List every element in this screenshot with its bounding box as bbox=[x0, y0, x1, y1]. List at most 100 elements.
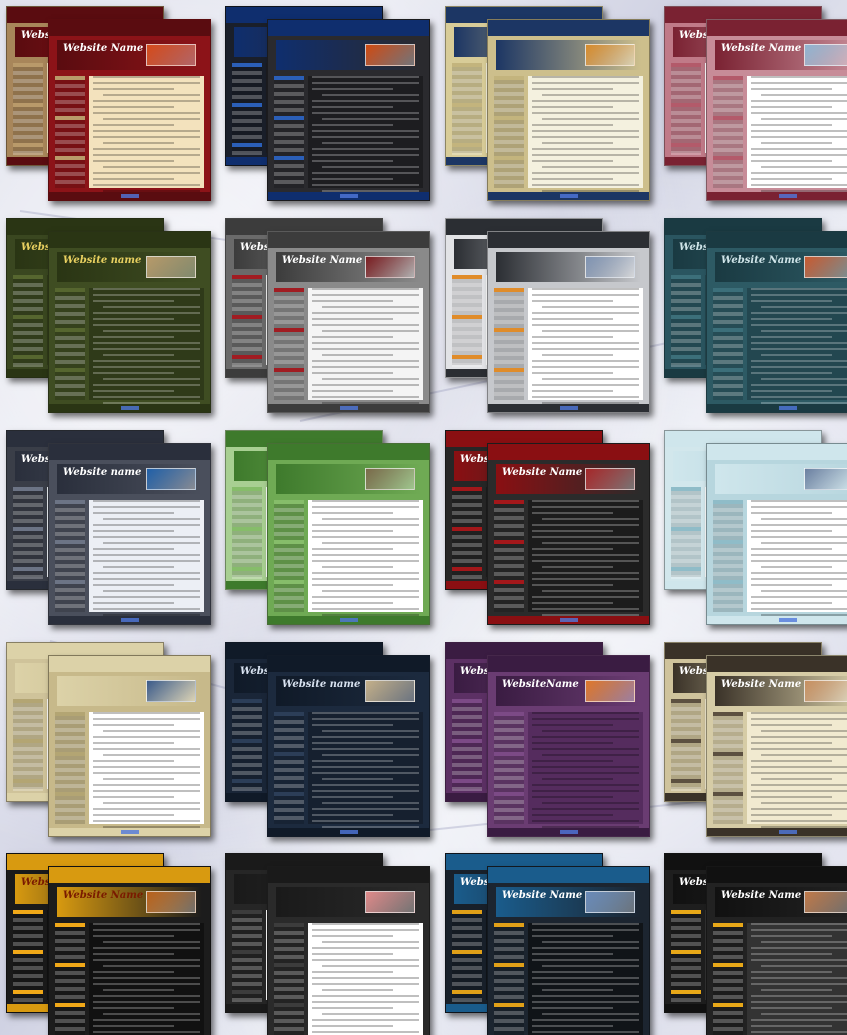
content-text-line bbox=[312, 977, 419, 979]
template-preview[interactable]: Website NameWebsite Name bbox=[445, 430, 650, 625]
sidebar-menu-item bbox=[274, 328, 304, 332]
template-preview[interactable]: Website nameWebsite name bbox=[225, 642, 430, 837]
content-text-line bbox=[322, 354, 393, 356]
sidebar-menu-item bbox=[713, 604, 743, 608]
content-text-line bbox=[751, 336, 832, 338]
template-preview[interactable]: Website nameWebsite name bbox=[6, 430, 211, 625]
content-text-line bbox=[751, 766, 847, 768]
sidebar-menu-item bbox=[671, 283, 701, 287]
sidebar-menu-item bbox=[13, 503, 43, 507]
sidebar-menu-item bbox=[713, 148, 743, 152]
content-text-line bbox=[93, 184, 200, 186]
sidebar-menu-item bbox=[13, 119, 43, 123]
sidebar-menu-item bbox=[232, 934, 262, 938]
content-text-line bbox=[532, 178, 613, 180]
sidebar-menu-item bbox=[232, 307, 262, 311]
template-preview[interactable]: Website nameWebsite name bbox=[6, 218, 211, 413]
sidebar-menu-item bbox=[452, 982, 482, 986]
template-preview[interactable]: Website NameWebsite Name bbox=[664, 642, 847, 837]
sidebar-menu-item bbox=[671, 503, 701, 507]
template-preview[interactable] bbox=[445, 218, 650, 413]
sidebar-menu-item bbox=[494, 728, 524, 732]
content-text-line bbox=[93, 360, 200, 362]
content-text-line bbox=[751, 742, 832, 744]
sidebar-menu-item bbox=[713, 564, 743, 568]
template-preview[interactable] bbox=[445, 6, 650, 201]
sidebar-menu-item bbox=[494, 955, 524, 959]
content-text-line bbox=[751, 736, 847, 738]
content-text-line bbox=[93, 766, 200, 768]
template-footer bbox=[707, 616, 847, 624]
w3c-validation-badge bbox=[120, 618, 139, 622]
sidebar-menu-item bbox=[494, 987, 524, 991]
w3c-validation-badge bbox=[778, 618, 797, 622]
content-text-line bbox=[312, 524, 419, 526]
sidebar-menu-item bbox=[13, 739, 43, 743]
sidebar-menu-item bbox=[55, 312, 85, 316]
template-preview[interactable]: Website NameWebsite Name bbox=[664, 218, 847, 413]
template-preview[interactable]: Website NameWebsite Name bbox=[225, 218, 430, 413]
content-text-line bbox=[751, 178, 832, 180]
content-text-line bbox=[93, 748, 200, 750]
template-preview[interactable]: Website NameWebsite Name bbox=[664, 853, 847, 1035]
sidebar-menu-item bbox=[713, 312, 743, 316]
template-footer bbox=[268, 192, 429, 200]
template-header-bar bbox=[707, 656, 847, 672]
template-banner-image bbox=[146, 468, 196, 490]
sidebar-menu-item bbox=[274, 132, 304, 136]
template-header-bar bbox=[707, 232, 847, 248]
sidebar-menu-item bbox=[494, 963, 524, 967]
content-text-line bbox=[103, 354, 174, 356]
template-preview[interactable]: WebsiteNameWebsiteName bbox=[445, 642, 650, 837]
template-preview[interactable] bbox=[225, 6, 430, 201]
template-site-title: Website Name bbox=[63, 43, 144, 54]
content-text-line bbox=[751, 506, 847, 508]
content-text-line bbox=[103, 518, 200, 520]
template-preview[interactable] bbox=[6, 642, 211, 837]
sidebar-menu-item bbox=[713, 304, 743, 308]
content-text-line bbox=[312, 312, 419, 314]
sidebar-menu-item bbox=[232, 363, 262, 367]
template-banner-image bbox=[804, 680, 847, 702]
content-text-line bbox=[532, 718, 639, 720]
content-text-line bbox=[532, 983, 639, 985]
content-text-line bbox=[751, 360, 847, 362]
template-preview[interactable]: Website NameWebsite Name bbox=[6, 6, 211, 201]
template-preview[interactable]: Website NameWebsite Name bbox=[664, 6, 847, 201]
content-text-line bbox=[312, 724, 393, 726]
content-text-line bbox=[312, 712, 419, 714]
template-screenshot-front: Website Name bbox=[267, 231, 430, 413]
content-text-line bbox=[751, 500, 847, 502]
template-sidebar bbox=[713, 76, 743, 188]
w3c-validation-badge bbox=[339, 618, 358, 622]
content-text-line bbox=[751, 82, 847, 84]
content-text-line bbox=[532, 124, 613, 126]
content-text-line bbox=[532, 342, 639, 344]
sidebar-menu-item bbox=[713, 344, 743, 348]
sidebar-menu-item bbox=[494, 304, 524, 308]
content-text-line bbox=[312, 959, 419, 961]
template-preview[interactable] bbox=[664, 430, 847, 625]
template-header-bar bbox=[49, 444, 210, 460]
template-preview[interactable]: Website NameWebsite Name bbox=[445, 853, 650, 1035]
sidebar-menu-item bbox=[713, 720, 743, 724]
template-preview[interactable] bbox=[225, 853, 430, 1035]
template-sidebar bbox=[452, 63, 482, 163]
content-text-line bbox=[532, 390, 613, 392]
content-text-line bbox=[751, 814, 832, 816]
template-preview[interactable] bbox=[225, 430, 430, 625]
template-site-title: Website Name bbox=[502, 890, 583, 901]
template-preview[interactable]: Website NameWebsite Name bbox=[6, 853, 211, 1035]
sidebar-menu-item bbox=[494, 604, 524, 608]
content-text-line bbox=[532, 742, 613, 744]
sidebar-menu-item bbox=[452, 551, 482, 555]
content-text-line bbox=[542, 965, 639, 967]
sidebar-menu-item bbox=[671, 755, 701, 759]
sidebar-menu-item bbox=[55, 939, 85, 943]
template-sidebar bbox=[452, 910, 482, 1010]
sidebar-menu-item bbox=[55, 304, 85, 308]
content-text-line bbox=[751, 88, 832, 90]
sidebar-menu-item bbox=[55, 164, 85, 168]
sidebar-menu-item bbox=[274, 116, 304, 120]
template-banner-image bbox=[804, 891, 847, 913]
